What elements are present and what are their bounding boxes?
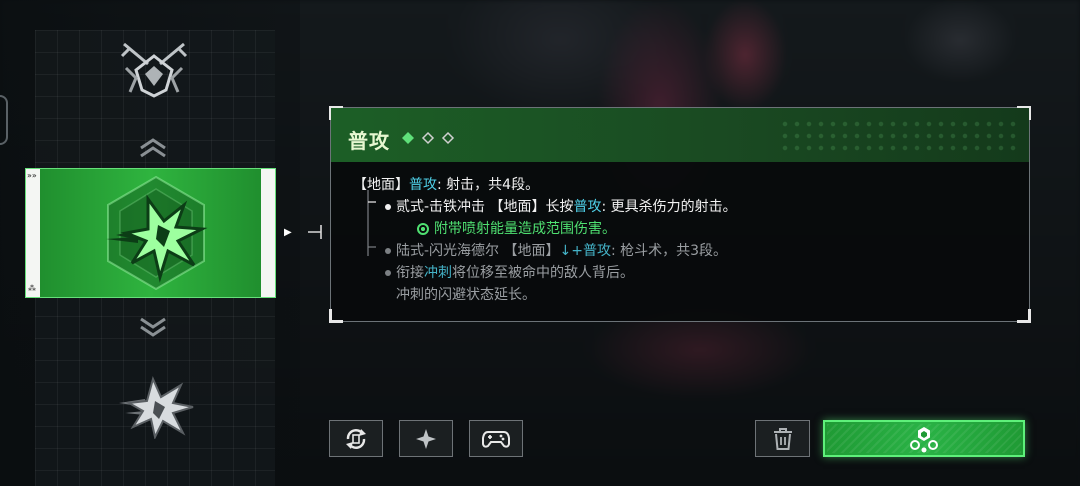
bullet-icon	[385, 248, 391, 254]
panel-header: 普攻	[331, 108, 1029, 162]
desc-line-3: 附带喷射能量造成范围伤害。	[353, 218, 737, 240]
sparkle-button[interactable]	[399, 420, 453, 457]
desc-line-4: 陆式-闪光海德尔 【地面】↓+普攻: 枪斗术，共3段。	[353, 240, 737, 262]
line2-prefix: 贰式-击铁冲击 【地面】长按	[396, 199, 574, 215]
chip-module-icon	[910, 426, 938, 452]
line3-text: 附带喷射能量造成范围伤害。	[434, 221, 616, 237]
expand-pointer-icon: ▶	[284, 227, 292, 238]
cluster-dots-icon: ⁂	[28, 284, 36, 293]
line1-highlight: 普攻	[409, 177, 437, 193]
line2-suffix: : 更具杀伤力的射击。	[601, 199, 737, 215]
trash-icon	[773, 427, 792, 450]
desc-line-5: 衔接冲刺将位移至被命中的敌人背后。	[353, 262, 737, 284]
side-drawer-handle[interactable]	[0, 95, 8, 145]
panel-corner	[1017, 309, 1031, 323]
line4-prefix: 陆式-闪光海德尔 【地面】	[396, 243, 560, 259]
line5-highlight: 冲刺	[424, 265, 452, 281]
skill-rank-indicator	[402, 131, 455, 145]
green-ring-icon	[417, 223, 429, 235]
selected-skill-card[interactable]: »» ⁂	[25, 168, 276, 298]
desc-line-2: 贰式-击铁冲击 【地面】长按普攻: 更具杀伤力的射击。	[353, 196, 737, 218]
skill-description: 【地面】普攻: 射击，共4段。 贰式-击铁冲击 【地面】长按普攻: 更具杀伤力的…	[353, 174, 737, 306]
equip-button[interactable]	[823, 420, 1025, 457]
line6-text: 冲刺的闪避状态延长。	[396, 287, 536, 303]
chevron-down-icon[interactable]	[138, 316, 168, 338]
skill-detail-panel: 普攻 【地面】普攻: 射击，共4段。 贰式-击铁冲击 【地面】长按普攻: 更具杀…	[329, 106, 1031, 323]
line5-prefix: 衔接	[396, 265, 424, 281]
bullet-icon	[385, 270, 391, 276]
line2-highlight: 普攻	[573, 199, 602, 215]
card-left-strip	[26, 169, 40, 297]
line1-prefix: 【地面】	[353, 177, 409, 193]
burst-shot-icon	[106, 175, 208, 291]
impact-burst-icon[interactable]	[115, 373, 195, 439]
panel-connector-icon	[308, 225, 322, 239]
sparkle-icon	[416, 428, 436, 449]
line4-suffix: : 枪斗术，共3段。	[610, 243, 728, 259]
line5-suffix: 将位移至被命中的敌人背后。	[452, 265, 634, 281]
line1-suffix: : 射击，共4段。	[437, 177, 540, 193]
line4-highlight: ↓+普攻	[559, 243, 611, 259]
desc-line-6: 冲刺的闪避状态延长。	[353, 284, 737, 306]
crossed-blades-emblem-icon[interactable]	[116, 38, 192, 98]
desc-line-1: 【地面】普攻: 射击，共4段。	[353, 174, 737, 196]
header-decoration	[779, 118, 1019, 152]
fast-forward-icon: »»	[27, 171, 37, 180]
gamepad-icon	[482, 430, 510, 448]
panel-corner	[329, 309, 343, 323]
chevron-up-icon[interactable]	[138, 136, 168, 158]
delete-button[interactable]	[755, 420, 810, 457]
card-right-strip	[261, 169, 275, 297]
bullet-icon	[385, 204, 391, 210]
swap-button[interactable]	[329, 420, 383, 457]
swap-cycle-icon	[346, 428, 366, 449]
skill-title: 普攻	[348, 129, 390, 153]
controls-button[interactable]	[469, 420, 523, 457]
